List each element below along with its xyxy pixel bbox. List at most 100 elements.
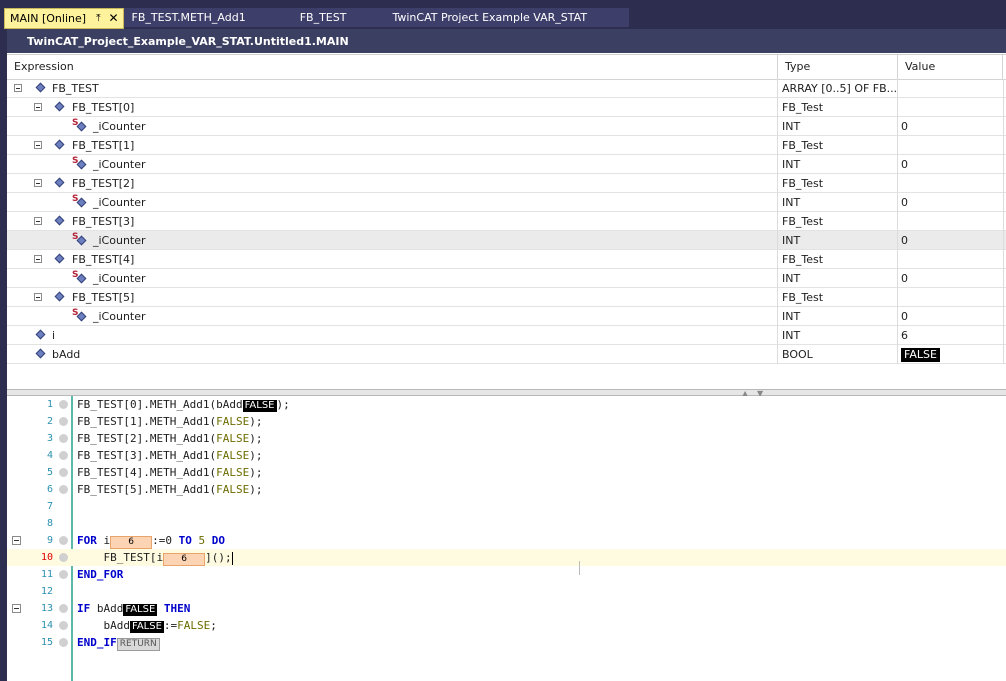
table-row[interactable]: S _iCounter INT 0 (7, 269, 1006, 288)
return-badge: RETURN (116, 638, 160, 651)
online-watch-grid[interactable]: Expression Type Value I FB_TEST ARRAY [0… (7, 54, 1006, 389)
breakpoint-marker-icon[interactable] (59, 451, 68, 460)
table-row[interactable]: i INT 6 (7, 326, 1006, 345)
code-text[interactable]: FB_TEST[4].METH_Add1(FALSE); (77, 464, 262, 481)
table-row-selected[interactable]: S _iCounter INT 0 (7, 231, 1006, 250)
collapse-icon[interactable] (34, 255, 42, 263)
tab-main-online[interactable]: MAIN [Online] ⤒ ✕ (4, 8, 124, 29)
collapse-icon[interactable] (34, 179, 42, 187)
code-line[interactable]: 11 END_FOR (7, 566, 1006, 583)
row-value[interactable]: 0 (898, 117, 1004, 136)
row-value[interactable]: 0 (898, 231, 1004, 250)
code-text[interactable]: FB_TEST[0].METH_Add1(bAdd FALSE); (77, 396, 290, 413)
row-type: FB_Test (778, 212, 898, 231)
tab-label: MAIN [Online] (10, 12, 87, 25)
code-line[interactable]: 12 (7, 583, 1006, 600)
code-line[interactable]: 9 FOR i 6:=0 TO 5 DO (7, 532, 1006, 549)
row-value[interactable] (898, 212, 1004, 231)
line-number: 3 (46, 433, 53, 444)
code-text[interactable]: FB_TEST[2].METH_Add1(FALSE); (77, 430, 262, 447)
code-text[interactable]: FB_TEST[3].METH_Add1(FALSE); (77, 447, 262, 464)
breakpoint-marker-icon[interactable] (59, 400, 68, 409)
instance-icon (36, 83, 46, 93)
breakpoint-marker-icon[interactable] (59, 468, 68, 477)
code-line[interactable]: 7 (7, 498, 1006, 515)
code-line[interactable]: 8 (7, 515, 1006, 532)
collapse-icon[interactable] (34, 293, 42, 301)
code-text[interactable]: END_IF RETURN (77, 634, 160, 651)
code-text[interactable]: END_FOR (77, 566, 123, 583)
tab-project-example[interactable]: TwinCAT Project Example VAR_STAT (392, 8, 630, 27)
breakpoint-marker-icon[interactable] (59, 485, 68, 494)
row-value[interactable] (898, 288, 1004, 307)
line-number: 15 (40, 637, 53, 648)
st-code-editor[interactable]: 1 FB_TEST[0].METH_Add1(bAdd FALSE); 2 FB_… (7, 396, 1006, 681)
table-row[interactable]: FB_TEST[5] FB_Test (7, 288, 1006, 307)
column-header-value[interactable]: Value (898, 55, 1003, 79)
breakpoint-marker-icon[interactable] (59, 604, 68, 613)
code-text[interactable]: bAdd FALSE:=FALSE; (77, 617, 217, 634)
collapse-icon[interactable] (34, 103, 42, 111)
code-text[interactable]: FOR i 6:=0 TO 5 DO (77, 532, 225, 549)
code-line[interactable]: 3 FB_TEST[2].METH_Add1(FALSE); (7, 430, 1006, 447)
static-variable-icon: S (72, 232, 88, 247)
row-value[interactable] (898, 79, 1004, 98)
code-line[interactable]: 1 FB_TEST[0].METH_Add1(bAdd FALSE); (7, 396, 1006, 413)
breakpoint-marker-icon[interactable] (59, 434, 68, 443)
table-row[interactable]: FB_TEST[1] FB_Test (7, 136, 1006, 155)
table-row[interactable]: S _iCounter INT 0 (7, 193, 1006, 212)
row-value[interactable]: 0 (898, 269, 1004, 288)
table-row[interactable]: FB_TEST[2] FB_Test (7, 174, 1006, 193)
code-line[interactable]: 2 FB_TEST[1].METH_Add1(FALSE); (7, 413, 1006, 430)
pin-icon[interactable]: ⤒ (96, 9, 100, 28)
breakpoint-marker-icon[interactable] (59, 638, 68, 647)
row-expression: FB_TEST (52, 82, 99, 95)
code-line[interactable]: 15 END_IF RETURN (7, 634, 1006, 651)
pane-splitter[interactable]: ▲ ▼ (7, 389, 1006, 398)
row-value[interactable]: 0 (898, 307, 1004, 326)
row-value[interactable] (898, 98, 1004, 117)
collapse-icon[interactable] (34, 217, 42, 225)
collapse-icon[interactable] (14, 84, 22, 92)
tab-fb-test-meth-add1[interactable]: FB_TEST.METH_Add1 (123, 8, 254, 27)
table-row[interactable]: S _iCounter INT 0 (7, 307, 1006, 326)
table-row[interactable]: FB_TEST[3] FB_Test (7, 212, 1006, 231)
breakpoint-marker-icon[interactable] (59, 536, 68, 545)
breakpoint-marker-icon[interactable] (59, 417, 68, 426)
code-text[interactable]: FB_TEST[5].METH_Add1(FALSE); (77, 481, 262, 498)
code-text[interactable]: FB_TEST[i 6](); (77, 549, 233, 566)
fold-toggle-icon[interactable] (12, 604, 21, 613)
row-value[interactable]: 6 (898, 326, 1004, 345)
breakpoint-marker-icon[interactable] (59, 553, 68, 562)
fold-toggle-icon[interactable] (12, 536, 21, 545)
table-row[interactable]: FB_TEST[4] FB_Test (7, 250, 1006, 269)
column-header-type[interactable]: Type (778, 55, 898, 79)
instance-icon (55, 102, 65, 112)
row-type: INT (778, 269, 898, 288)
row-value[interactable] (898, 174, 1004, 193)
collapse-icon[interactable] (34, 141, 42, 149)
breakpoint-marker-icon[interactable] (59, 570, 68, 579)
row-value[interactable]: FALSE (898, 345, 1004, 364)
table-row[interactable]: S _iCounter INT 0 (7, 117, 1006, 136)
table-row[interactable]: FB_TEST ARRAY [0..5] OF FB... (7, 79, 1006, 98)
breakpoint-marker-icon[interactable] (59, 621, 68, 630)
close-icon[interactable]: ✕ (108, 9, 118, 28)
code-text[interactable]: IF bAdd FALSE THEN (77, 600, 190, 617)
code-line[interactable]: 4 FB_TEST[3].METH_Add1(FALSE); (7, 447, 1006, 464)
tab-fb-test[interactable]: FB_TEST (253, 8, 393, 27)
code-text[interactable]: FB_TEST[1].METH_Add1(FALSE); (77, 413, 262, 430)
row-value[interactable]: 0 (898, 155, 1004, 174)
code-line-current[interactable]: 10 FB_TEST[i 6](); (7, 549, 1006, 566)
row-value[interactable]: 0 (898, 193, 1004, 212)
row-value[interactable] (898, 250, 1004, 269)
table-row[interactable]: S _iCounter INT 0 (7, 155, 1006, 174)
code-line[interactable]: 5 FB_TEST[4].METH_Add1(FALSE); (7, 464, 1006, 481)
code-line[interactable]: 14 bAdd FALSE:=FALSE; (7, 617, 1006, 634)
column-header-expression[interactable]: Expression (7, 55, 778, 79)
code-line[interactable]: 13 IF bAdd FALSE THEN (7, 600, 1006, 617)
table-row[interactable]: FB_TEST[0] FB_Test (7, 98, 1006, 117)
table-row[interactable]: bAdd BOOL FALSE (7, 345, 1006, 364)
row-value[interactable] (898, 136, 1004, 155)
code-line[interactable]: 6 FB_TEST[5].METH_Add1(FALSE); (7, 481, 1006, 498)
